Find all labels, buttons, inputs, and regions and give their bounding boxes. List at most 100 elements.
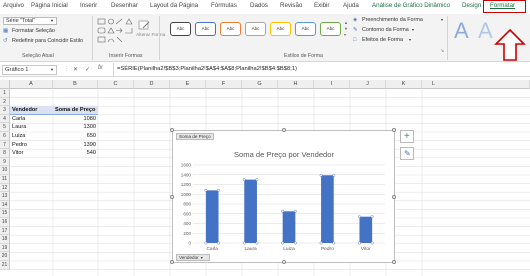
tab-ajuda[interactable]: Ajuda bbox=[343, 2, 359, 9]
pivot-row-value[interactable]: 1300 bbox=[53, 123, 98, 132]
row-header[interactable]: 8 bbox=[0, 149, 10, 158]
resize-handle[interactable] bbox=[392, 195, 396, 199]
shape-style-6[interactable]: Abc bbox=[295, 22, 316, 36]
shape-outline-button[interactable]: ✎ Contorno da Forma ▾ bbox=[353, 26, 433, 35]
pivot-header-vendedor[interactable]: Vendedor bbox=[10, 106, 53, 115]
cancel-icon[interactable]: ✕ bbox=[73, 66, 78, 73]
shape-style-3[interactable]: Abc bbox=[220, 22, 241, 36]
name-box[interactable]: Gráfico 1 ▼ bbox=[2, 65, 57, 75]
row-header[interactable]: 17 bbox=[0, 226, 10, 236]
row-header[interactable]: 18 bbox=[0, 235, 10, 244]
column-header[interactable]: K bbox=[386, 80, 422, 89]
row-header[interactable]: 2 bbox=[0, 97, 10, 107]
column-header[interactable]: G bbox=[242, 80, 278, 89]
pivot-row-value[interactable]: 1080 bbox=[53, 115, 98, 124]
column-header[interactable]: C bbox=[98, 80, 134, 89]
resize-handle[interactable] bbox=[170, 260, 174, 264]
tab-dados[interactable]: Dados bbox=[250, 2, 268, 9]
reset-style-button[interactable]: ↺ Redefinir para Coincidir Estilo bbox=[3, 37, 89, 46]
row-header[interactable]: 7 bbox=[0, 140, 10, 150]
tab-revisao[interactable]: Revisão bbox=[280, 2, 302, 9]
column-header[interactable]: E bbox=[170, 80, 206, 89]
column-header[interactable]: L bbox=[422, 80, 530, 89]
row-header[interactable]: 10 bbox=[0, 166, 10, 175]
shape-style-2[interactable]: Abc bbox=[195, 22, 216, 36]
tab-analise-grafico[interactable]: Análise de Gráfico Dinâmico bbox=[372, 2, 450, 9]
resize-handle[interactable] bbox=[282, 260, 286, 264]
pivot-row-label[interactable]: Carla bbox=[10, 115, 53, 124]
arrow-up-icon bbox=[494, 28, 526, 61]
tab-desenhar[interactable]: Desenhar bbox=[111, 2, 138, 9]
tab-formatar[interactable]: Formatar bbox=[483, 0, 526, 13]
pivot-row-label[interactable]: Vitor bbox=[10, 149, 53, 158]
row-header[interactable]: 11 bbox=[0, 175, 10, 184]
bar-selection-handle bbox=[293, 209, 297, 213]
resize-handle[interactable] bbox=[170, 195, 174, 199]
wordart-style[interactable]: A bbox=[452, 18, 474, 46]
shapes-gallery[interactable] bbox=[97, 18, 133, 48]
pivot-row-value[interactable]: 650 bbox=[53, 132, 98, 141]
row-header[interactable]: 16 bbox=[0, 218, 10, 227]
row-header[interactable]: 19 bbox=[0, 243, 10, 253]
row-header[interactable]: 9 bbox=[0, 157, 10, 167]
row-header[interactable]: 15 bbox=[0, 209, 10, 218]
row-header[interactable]: 3 bbox=[0, 106, 10, 115]
shape-style-1[interactable]: Abc bbox=[170, 22, 191, 36]
resize-handle[interactable] bbox=[282, 128, 286, 132]
row-header[interactable]: 6 bbox=[0, 132, 10, 141]
column-header[interactable]: A bbox=[10, 80, 53, 89]
tab-exibir[interactable]: Exibir bbox=[314, 2, 329, 9]
formula-input[interactable]: =SÉRIE(Planilha2!$B$3;Planilha2!$A$4:$A$… bbox=[117, 66, 297, 72]
gallery-scroll[interactable]: ▲ ▼ ▾ bbox=[344, 20, 349, 38]
chart-styles-button[interactable]: ✎ bbox=[400, 147, 414, 160]
tab-formulas[interactable]: Fórmulas bbox=[211, 2, 237, 9]
format-selection-button[interactable]: ▦ Formatar Seleção bbox=[3, 27, 83, 36]
pivot-chart[interactable]: Soma de Preço 0 200 400 600 800 1000 1200 1400 1… bbox=[170, 128, 396, 264]
pen-icon: ✎ bbox=[353, 27, 358, 33]
pivot-row-label[interactable]: Laura bbox=[10, 123, 53, 132]
column-header[interactable]: D bbox=[134, 80, 170, 89]
category-field-tag[interactable]: Vendedor ▼ bbox=[176, 254, 210, 261]
pivot-row-value[interactable]: 1390 bbox=[53, 141, 98, 150]
resize-handle[interactable] bbox=[392, 260, 396, 264]
column-header[interactable]: H bbox=[278, 80, 314, 89]
shape-effects-label: Efeitos de Forma bbox=[362, 37, 404, 43]
enter-icon[interactable]: ✓ bbox=[85, 66, 90, 73]
shape-style-4[interactable]: Abc bbox=[245, 22, 266, 36]
column-header[interactable]: J bbox=[350, 80, 386, 89]
separator bbox=[159, 16, 160, 60]
column-header[interactable]: B bbox=[53, 80, 98, 89]
row-header[interactable]: 5 bbox=[0, 123, 10, 132]
column-header[interactable]: I bbox=[314, 80, 350, 89]
row-header[interactable]: 1 bbox=[0, 89, 10, 98]
pivot-header-soma[interactable]: Soma de Preço bbox=[53, 106, 98, 115]
shape-style-5[interactable]: Abc bbox=[270, 22, 291, 36]
chart-elements-dropdown[interactable]: Série "Total" ▼ bbox=[3, 17, 57, 25]
shape-effects-button[interactable]: □ Efeitos de Forma ▾ bbox=[353, 36, 433, 45]
select-all-corner[interactable] bbox=[0, 80, 10, 89]
resize-handle[interactable] bbox=[170, 128, 174, 132]
dialog-launcher-icon[interactable]: ↘ bbox=[440, 48, 444, 54]
tab-arquivo[interactable]: Arquivo bbox=[3, 2, 24, 9]
row-header[interactable]: 12 bbox=[0, 183, 10, 193]
row-header[interactable]: 14 bbox=[0, 200, 10, 210]
pivot-row-label[interactable]: Luiza bbox=[10, 132, 53, 141]
pivot-row-value[interactable]: 540 bbox=[53, 149, 98, 158]
tab-layout[interactable]: Layout da Página bbox=[150, 2, 198, 9]
row-header[interactable]: 21 bbox=[0, 261, 10, 270]
function-icon[interactable]: fx bbox=[98, 65, 103, 71]
tab-pagina-inicial[interactable]: Página Inicial bbox=[31, 2, 68, 9]
shape-fill-button[interactable]: ◈ Preenchimento da Forma ▾ bbox=[353, 16, 443, 25]
shape-style-7[interactable]: Abc bbox=[320, 22, 341, 36]
column-header[interactable]: F bbox=[206, 80, 242, 89]
chart-elements-button[interactable]: + bbox=[400, 130, 414, 143]
resize-handle[interactable] bbox=[392, 128, 396, 132]
wordart-style-2[interactable]: A bbox=[476, 18, 496, 46]
row-header[interactable]: 13 bbox=[0, 192, 10, 201]
row-header[interactable]: 4 bbox=[0, 114, 10, 124]
tab-design[interactable]: Design bbox=[462, 2, 481, 9]
tab-inserir[interactable]: Inserir bbox=[80, 2, 97, 9]
row-header[interactable]: 20 bbox=[0, 252, 10, 261]
pivot-row-label[interactable]: Pedro bbox=[10, 141, 53, 150]
change-shape-button[interactable]: Alterar Forma bbox=[136, 19, 165, 49]
